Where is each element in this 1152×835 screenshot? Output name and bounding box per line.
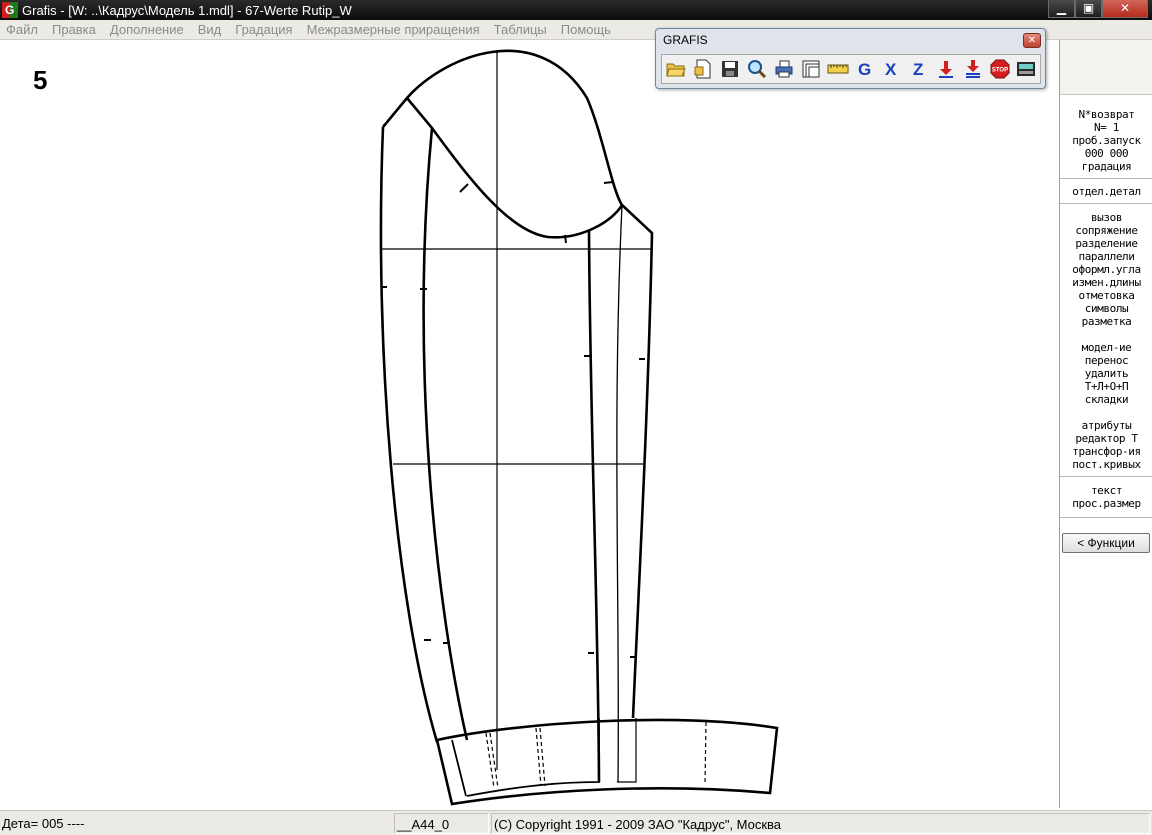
cuff-fold-line [617,718,637,783]
grading-z-button[interactable]: Z [905,56,932,82]
cascade-windows-icon [802,60,820,78]
ruler-icon [827,64,849,74]
side-divider [1060,476,1152,477]
save-disk-icon [722,61,739,77]
stop-button[interactable]: STOP [986,56,1013,82]
side-item-change-length[interactable]: измен.длины [1060,276,1152,289]
side-divider [1060,178,1152,179]
side-item-modeling[interactable]: модел-ие [1060,341,1152,354]
calculator-button[interactable] [1013,56,1040,82]
print-button[interactable] [771,56,798,82]
side-item-delete[interactable]: удалить [1060,367,1152,380]
menu-edit[interactable]: Правка [45,22,103,37]
stop-icon: STOP [990,59,1010,79]
arrow-down-icon [938,61,953,78]
window-title: Grafis - [W: ..\Кадрус\Модель 1.mdl] - 6… [22,2,352,18]
front-seam-line [587,229,601,783]
side-item-call[interactable]: вызов [1060,211,1152,224]
menu-grading[interactable]: Градация [228,22,299,37]
side-item-layout[interactable]: разметка [1060,315,1152,328]
side-panel-header [1060,40,1152,95]
app-logo-icon: G [2,2,18,18]
status-copyright: (C) Copyright 1991 - 2009 ЗАО "Кадрус", … [491,813,1150,834]
side-item-dimension[interactable]: прос.размер [1060,497,1152,510]
svg-text:STOP: STOP [991,68,1007,74]
menu-file[interactable]: Файл [0,22,45,37]
grading-g-button[interactable]: G [851,56,878,82]
side-status-return: N*возврат [1078,108,1135,121]
side-status-grading: градация [1081,160,1132,173]
menu-help[interactable]: Помощь [554,22,618,37]
function-side-panel: N*возврат N= 1 проб.запуск 000 000 града… [1059,40,1152,808]
side-item-marking[interactable]: отметовка [1060,289,1152,302]
side-item-conjugation[interactable]: сопряжение [1060,224,1152,237]
side-item-text-editor[interactable]: редактор Т [1060,432,1152,445]
load-button[interactable] [932,56,959,82]
front-seam-line-2 [616,204,623,783]
status-bar: Дета= 005 ---- __A44_0 (C) Copyright 199… [0,810,1152,835]
svg-text:Z: Z [913,60,923,79]
side-item-text[interactable]: текст [1060,484,1152,497]
side-item-pleats[interactable]: складки [1060,393,1152,406]
sleeve-pattern-drawing[interactable] [0,40,1058,808]
side-divider [1060,203,1152,204]
sleeve-outline [379,49,654,743]
zoom-button[interactable] [744,56,771,82]
functions-button[interactable]: < Функции [1062,533,1150,553]
open-file-icon [694,59,711,79]
undersleeve-seam [406,97,624,741]
toolbar-close-button[interactable]: ✕ [1023,33,1041,48]
side-item-tlop[interactable]: Т+Л+О+П [1060,380,1152,393]
side-item-build-curves[interactable]: пост.кривых [1060,458,1152,471]
open-folder-icon [666,63,687,77]
menu-tables[interactable]: Таблицы [487,22,554,37]
windows-button[interactable] [798,56,825,82]
cuff-dashed-lines [485,721,707,789]
status-detail: Дета= 005 ---- [2,816,85,831]
side-item-division[interactable]: разделение [1060,237,1152,250]
drawing-canvas[interactable]: 5 [0,40,1058,808]
measure-button[interactable] [825,56,852,82]
grafis-toolbar-window[interactable]: GRAFIS ✕ G X Z STOP [655,28,1046,89]
title-bar: G Grafis - [W: ..\Кадрус\Модель 1.mdl] -… [0,0,1152,20]
side-item-transformation[interactable]: трансфор-ия [1060,445,1152,458]
side-item-finish-detail[interactable]: отдел.детал [1060,185,1152,198]
menu-addition[interactable]: Дополнение [103,22,191,37]
menu-size-increments[interactable]: Межразмерные приращения [300,22,487,37]
side-item-attributes[interactable]: атрибуты [1060,419,1152,432]
load-all-button[interactable] [959,56,986,82]
side-status-counter: 000 000 [1084,147,1129,160]
side-status-test-run: проб.запуск [1072,134,1141,147]
save-button[interactable] [717,56,744,82]
arrow-down-double-icon [965,60,980,78]
side-item-symbols[interactable]: символы [1060,302,1152,315]
open-file-button[interactable] [690,56,717,82]
open-folder-button[interactable] [663,56,690,82]
side-item-transfer[interactable]: перенос [1060,354,1152,367]
svg-text:X: X [885,60,897,79]
minimize-button[interactable]: ▁ [1048,0,1075,18]
cuff-inner-line [451,718,600,797]
status-size: __A44_0 [394,813,489,834]
side-item-corner-design[interactable]: оформл.угла [1060,263,1152,276]
notch-marks [381,181,645,658]
side-status-n: N= 1 [1094,121,1119,134]
letter-z-icon: Z [913,60,923,79]
calculator-icon [1017,62,1036,76]
letter-g-icon: G [858,60,871,79]
maximize-button[interactable]: ▣ [1075,0,1102,18]
svg-text:G: G [858,60,871,79]
letter-x-icon: X [885,60,897,79]
printer-icon [775,60,793,78]
menu-view[interactable]: Вид [191,22,229,37]
close-button[interactable]: ✕ [1102,0,1148,18]
magnifier-icon [748,60,767,79]
side-item-parallels[interactable]: параллели [1060,250,1152,263]
toolbar-row: G X Z STOP [661,54,1041,84]
grading-x-button[interactable]: X [878,56,905,82]
toolbar-window-title: GRAFIS [663,33,708,47]
side-divider [1060,517,1152,518]
